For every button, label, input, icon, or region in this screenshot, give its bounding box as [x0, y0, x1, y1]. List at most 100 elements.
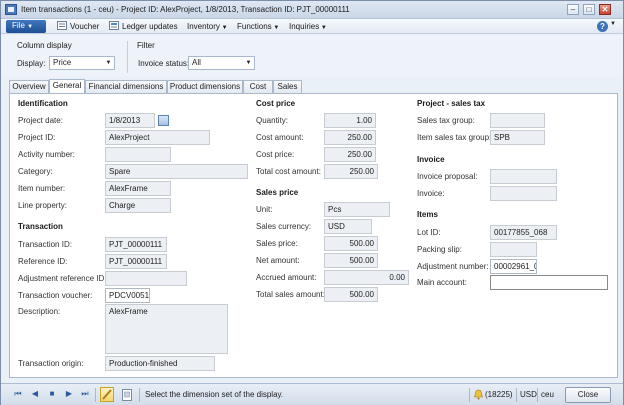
maximize-button[interactable]: □	[583, 4, 595, 15]
adjustment-reference-id-field[interactable]	[105, 271, 187, 286]
category-label: Category:	[18, 167, 53, 176]
invoice-proposal-label: Invoice proposal:	[417, 172, 478, 181]
main-account-field[interactable]	[490, 275, 608, 290]
quantity-field[interactable]: 1.00	[324, 113, 376, 128]
filter-divider	[127, 41, 128, 73]
first-record-icon[interactable]: ⏮	[13, 389, 23, 399]
item-transactions-window: Item transactions (1 - ceu) - Project ID…	[0, 0, 624, 405]
invoice-field[interactable]	[490, 186, 557, 201]
pencil-icon	[102, 389, 112, 400]
sales-price-heading: Sales price	[256, 188, 299, 197]
identification-heading: Identification	[18, 99, 68, 108]
cost-amount-field[interactable]: 250.00	[324, 130, 376, 145]
quantity-label: Quantity:	[256, 116, 289, 125]
item-number-field[interactable]: AlexFrame	[105, 181, 171, 196]
tab-cost[interactable]: Cost	[243, 80, 273, 93]
edit-mode-pencil-icon[interactable]	[100, 387, 114, 402]
minimize-button[interactable]: –	[567, 4, 579, 15]
invoice-status-label: Invoice status:	[138, 59, 190, 68]
packing-slip-label: Packing slip:	[417, 245, 462, 254]
activity-number-field[interactable]	[105, 147, 171, 162]
sales-price-field[interactable]: 500.00	[324, 236, 378, 251]
company-indicator[interactable]: ceu	[541, 390, 554, 399]
sales-tax-group-field[interactable]	[490, 113, 545, 128]
transaction-voucher-field[interactable]: PDCV005181	[105, 288, 150, 303]
item-sales-tax-group-field[interactable]: SPB	[490, 130, 545, 145]
description-field[interactable]: AlexFrame	[105, 304, 228, 354]
lot-id-field[interactable]: 00177855_068	[490, 225, 557, 240]
functions-menu[interactable]: Functions ▼	[237, 21, 279, 32]
transaction-heading: Transaction	[18, 222, 63, 231]
accrued-amount-field[interactable]: 0.00	[324, 270, 409, 285]
close-button[interactable]: Close	[565, 387, 611, 403]
notification-count[interactable]: (18225)	[485, 390, 513, 399]
tab-sales[interactable]: Sales	[273, 80, 302, 93]
transaction-id-field[interactable]: PJT_00000111	[105, 237, 167, 252]
transaction-origin-label: Transaction origin:	[18, 359, 84, 368]
filter-group-title: Filter	[137, 41, 155, 50]
tab-general[interactable]: General	[49, 79, 85, 93]
cost-price-label: Cost price:	[256, 150, 295, 159]
display-select[interactable]: Price ▼	[49, 56, 115, 70]
column-display-group-title: Column display	[17, 41, 72, 50]
adjustment-number-field[interactable]: 00002961_0(	[490, 259, 537, 274]
category-field[interactable]: Spare	[105, 164, 248, 179]
line-property-label: Line property:	[18, 201, 67, 210]
project-date-field[interactable]: 1/8/2013	[105, 113, 155, 128]
document-attachment-icon[interactable]	[122, 389, 133, 401]
transaction-origin-field[interactable]: Production-finished	[105, 356, 215, 371]
ledger-icon	[109, 21, 119, 30]
display-label: Display:	[17, 59, 46, 68]
previous-record-icon[interactable]: ◀	[30, 389, 40, 399]
description-label: Description:	[18, 307, 61, 316]
notification-bell-icon[interactable]	[473, 389, 484, 400]
chevron-down-icon: ▼	[610, 21, 616, 27]
window-title: Item transactions (1 - ceu) - Project ID…	[21, 5, 350, 14]
project-id-label: Project ID:	[18, 133, 56, 142]
cost-price-field[interactable]: 250.00	[324, 147, 376, 162]
chevron-down-icon: ▼	[219, 25, 228, 31]
close-window-button[interactable]: ✕	[599, 4, 611, 15]
line-property-field[interactable]: Charge	[105, 198, 171, 213]
status-divider	[537, 388, 538, 402]
total-cost-amount-field[interactable]: 250.00	[324, 164, 378, 179]
unit-field[interactable]: Pcs	[324, 202, 390, 217]
file-menu-button[interactable]: File ▼	[6, 20, 46, 33]
next-record-icon[interactable]: ▶	[64, 389, 74, 399]
ledger-updates-label: Ledger updates	[122, 22, 178, 31]
cost-price-heading: Cost price	[256, 99, 296, 108]
lot-id-label: Lot ID:	[417, 228, 441, 237]
calendar-icon[interactable]	[158, 115, 169, 126]
items-heading: Items	[417, 210, 438, 219]
currency-indicator[interactable]: USD	[520, 390, 537, 399]
record-position-icon[interactable]: ■	[47, 389, 57, 399]
chevron-down-icon: ▼	[271, 25, 280, 31]
inquiries-menu[interactable]: Inquiries ▼	[289, 21, 327, 32]
inventory-menu[interactable]: Inventory ▼	[187, 21, 228, 32]
help-button[interactable]: ? ▼	[597, 21, 617, 32]
packing-slip-field[interactable]	[490, 242, 537, 257]
invoice-status-select[interactable]: All ▼	[188, 56, 255, 70]
project-id-field[interactable]: AlexProject	[105, 130, 210, 145]
activity-number-label: Activity number:	[18, 150, 75, 159]
app-window-icon	[5, 4, 17, 15]
display-select-value: Price	[53, 58, 72, 67]
reference-id-field[interactable]: PJT_00000111	[105, 254, 167, 269]
ledger-updates-button[interactable]: Ledger updates	[109, 21, 178, 32]
invoice-proposal-field[interactable]	[490, 169, 557, 184]
unit-label: Unit:	[256, 205, 273, 214]
tab-product-dimensions[interactable]: Product dimensions	[167, 80, 243, 93]
tab-financial-dimensions[interactable]: Financial dimensions	[85, 80, 167, 93]
invoice-status-select-value: All	[192, 58, 201, 67]
project-date-label: Project date:	[18, 116, 63, 125]
total-sales-amount-field[interactable]: 500.00	[324, 287, 378, 302]
file-menu-label: File	[12, 21, 25, 30]
voucher-button[interactable]: Voucher	[57, 21, 99, 32]
status-bar: ⏮ ◀ ■ ▶ ⏭ Select the dimension set of th…	[1, 383, 623, 405]
voucher-icon	[57, 21, 67, 30]
last-record-icon[interactable]: ⏭	[80, 389, 90, 399]
chevron-down-icon: ▼	[105, 60, 112, 66]
net-amount-field[interactable]: 500.00	[324, 253, 378, 268]
tab-overview[interactable]: Overview	[9, 80, 49, 93]
sales-currency-field[interactable]: USD	[324, 219, 372, 234]
